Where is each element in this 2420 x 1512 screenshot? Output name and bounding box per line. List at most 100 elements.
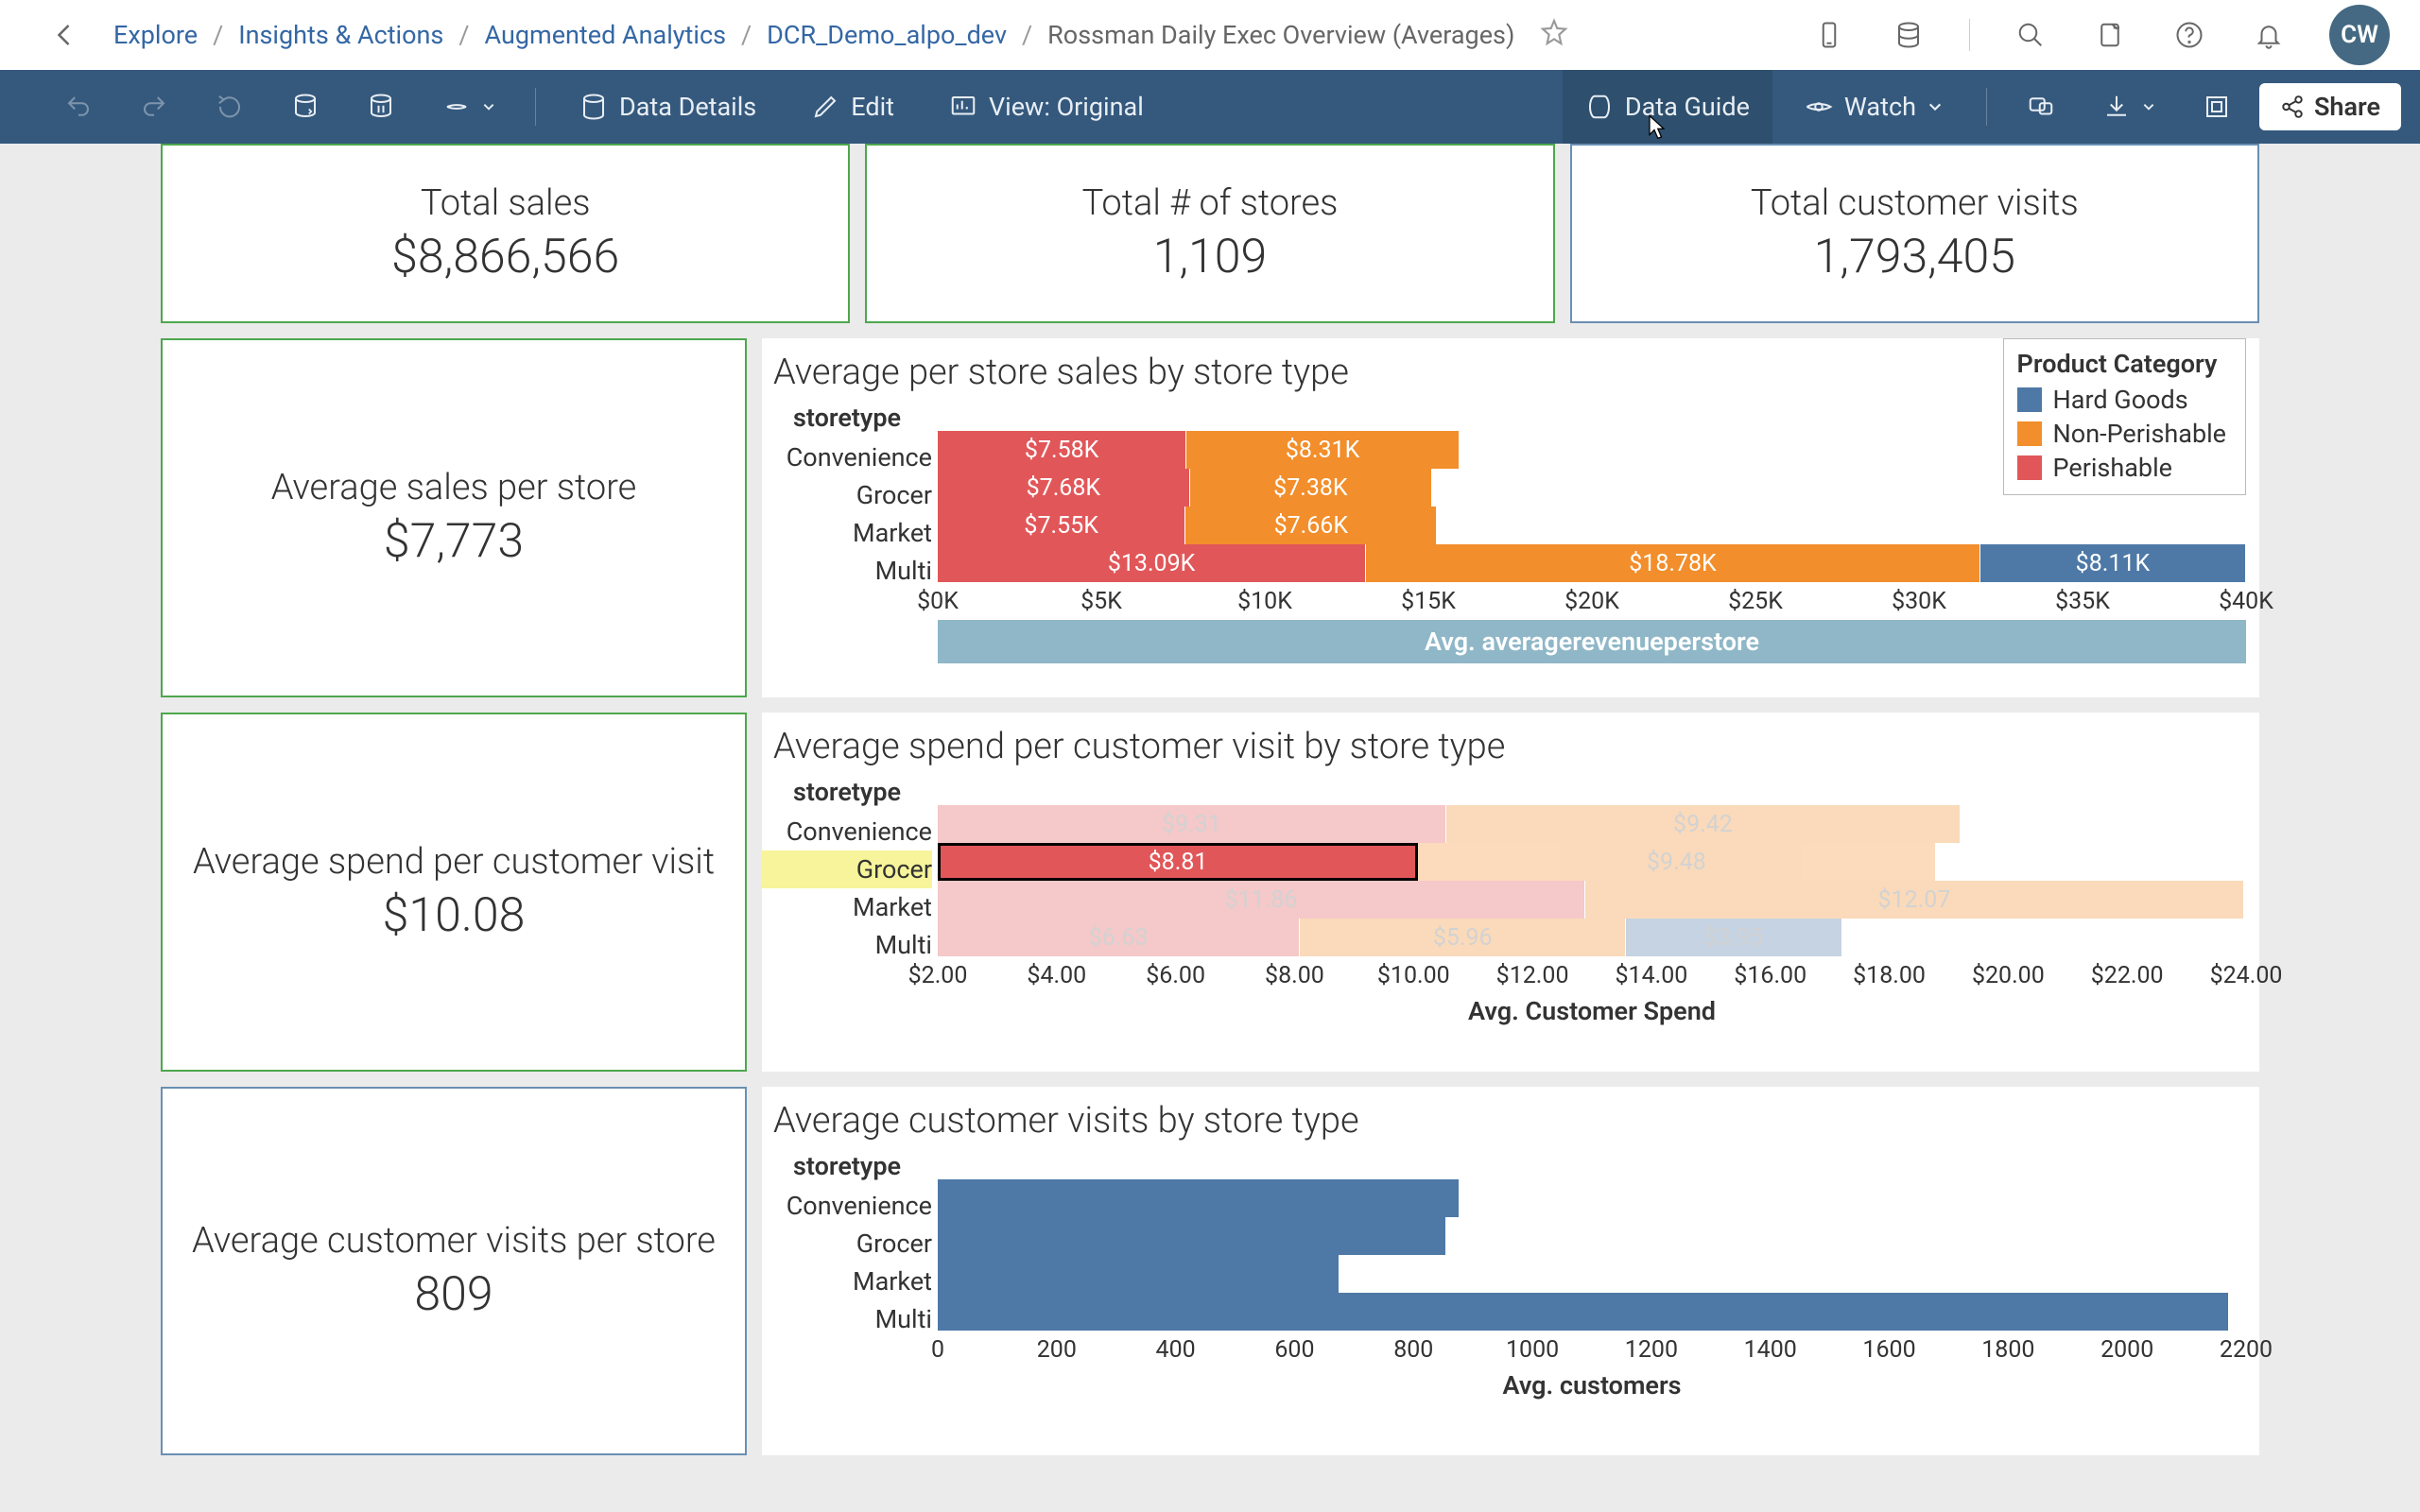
bar-segment[interactable]: $11.86 (938, 881, 1585, 919)
undo-button[interactable] (45, 70, 112, 144)
bar-segment[interactable]: $8.81 (938, 843, 1418, 881)
kpi-avg-spend[interactable]: Average spend per customer visit $10.08 (161, 713, 747, 1072)
axis-tick: $4.00 (1027, 962, 1086, 989)
help-button[interactable] (2170, 16, 2208, 54)
revert-button[interactable] (197, 70, 263, 144)
y-label: Multi (762, 1300, 932, 1338)
edit-button[interactable]: Edit (788, 70, 917, 144)
bar-segment[interactable]: $7.38K (1190, 469, 1432, 507)
bar-row[interactable]: $6.63$5.96$3.95 (938, 919, 2246, 956)
y-label: Convenience (762, 813, 932, 850)
breadcrumb-link-augmented[interactable]: Augmented Analytics (485, 20, 727, 50)
bar-row[interactable] (938, 1217, 2246, 1255)
bar-row[interactable] (938, 1179, 2246, 1217)
bar-row[interactable]: $7.68K$7.38K (938, 469, 2246, 507)
bar-segment[interactable]: $9.31 (938, 805, 1446, 843)
y-label: Grocer (762, 850, 932, 888)
custom-views-button[interactable] (424, 70, 514, 144)
star-icon (1539, 17, 1569, 47)
chevron-down-icon (2142, 100, 2155, 113)
kpi-total-sales[interactable]: Total sales $8,866,566 (161, 144, 850, 323)
bar-row[interactable]: $7.55K$7.66K (938, 507, 2246, 544)
bar-segment[interactable]: $8.31K (1186, 431, 1460, 469)
data-details-label: Data Details (619, 92, 756, 122)
bar-row[interactable]: $7.58K$8.31K (938, 431, 2246, 469)
data-guide-label: Data Guide (1625, 92, 1750, 122)
bar-segment[interactable]: $13.09K (938, 544, 1366, 582)
chart-spend[interactable]: Average spend per customer visit by stor… (762, 713, 2259, 1072)
bar-row[interactable]: $13.09K$18.78K$8.11K (938, 544, 2246, 582)
revert-icon (216, 93, 244, 121)
axis-tick: 1000 (1506, 1336, 1559, 1364)
favorite-toggle[interactable] (1539, 17, 1569, 54)
device-preview-button[interactable] (1810, 16, 1848, 54)
fullscreen-button[interactable] (2184, 70, 2250, 144)
data-details-button[interactable]: Data Details (557, 70, 779, 144)
chart-revenue[interactable]: Average per store sales by store type Pr… (762, 338, 2259, 697)
bar-segment[interactable] (938, 1217, 1446, 1255)
band-visits: Average customer visits per store 809 Av… (161, 1087, 2259, 1455)
bar-segment[interactable]: $7.68K (938, 469, 1190, 507)
back-button[interactable] (45, 14, 87, 56)
kpi-value: 809 (414, 1267, 493, 1322)
bar-segment[interactable]: $9.48 (1418, 843, 1935, 881)
refresh-data-button[interactable] (272, 70, 338, 144)
metrics-button[interactable] (2008, 70, 2074, 144)
edit-icon (811, 93, 839, 121)
view-mode-button[interactable]: View: Original (926, 70, 1167, 144)
notifications-button[interactable] (2250, 16, 2288, 54)
bar-segment[interactable]: $8.11K (1980, 544, 2246, 582)
search-button[interactable] (2012, 16, 2049, 54)
clipboard-icon (2096, 21, 2124, 49)
bar-row[interactable]: $8.81$9.48 (938, 843, 2246, 881)
user-avatar[interactable]: CW (2329, 5, 2390, 65)
bar-row[interactable]: $9.31$9.42 (938, 805, 2246, 843)
help-icon (2175, 21, 2204, 49)
bar-segment[interactable] (938, 1179, 1460, 1217)
bar-segment[interactable]: $3.95 (1626, 919, 1842, 956)
axis-tick: 400 (1156, 1336, 1196, 1364)
bar-row[interactable] (938, 1255, 2246, 1293)
bar-segment[interactable]: $6.63 (938, 919, 1300, 956)
breadcrumb-link-explore[interactable]: Explore (113, 20, 198, 50)
breadcrumb-link-project[interactable]: DCR_Demo_alpo_dev (767, 20, 1007, 50)
bar-segment[interactable]: $7.66K (1185, 507, 1437, 544)
bar-segment[interactable]: $5.96 (1300, 919, 1626, 956)
bar-segment[interactable]: $7.55K (938, 507, 1185, 544)
bar-segment[interactable] (938, 1255, 1340, 1293)
eye-icon (1805, 93, 1833, 121)
notes-button[interactable] (2091, 16, 2129, 54)
bar-row[interactable] (938, 1293, 2246, 1331)
watch-button[interactable]: Watch (1782, 70, 1965, 144)
kpi-total-visits[interactable]: Total customer visits 1,793,405 (1570, 144, 2259, 323)
kpi-value: 1,109 (1153, 230, 1268, 284)
bar-segment[interactable]: $9.42 (1446, 805, 1961, 843)
redo-button[interactable] (121, 70, 187, 144)
redo-icon (140, 93, 168, 121)
data-source-button[interactable] (1890, 16, 1927, 54)
y-label: Grocer (762, 1225, 932, 1263)
y-label: Market (762, 888, 932, 926)
chevron-down-icon (482, 100, 495, 113)
axis-tick: $30K (1892, 588, 1946, 615)
axis-tick: 2000 (2100, 1336, 2153, 1364)
data-guide-button[interactable]: Data Guide (1563, 70, 1772, 144)
share-button[interactable]: Share (2259, 83, 2401, 130)
bar-segment[interactable]: $12.07 (1585, 881, 2244, 919)
axis-tick: 200 (1037, 1336, 1077, 1364)
bar-segment[interactable]: $18.78K (1366, 544, 1980, 582)
axis-scrubber[interactable]: Avg. averagerevenueperstore (938, 620, 2246, 663)
bars-area: $7.58K$8.31K $7.68K$7.38K $7.55K$7.66K $… (938, 403, 2246, 697)
axis-title: Avg. customers (938, 1370, 2246, 1400)
breadcrumb-link-insights[interactable]: Insights & Actions (238, 20, 443, 50)
bar-segment[interactable]: $7.58K (938, 431, 1186, 469)
chart-visits[interactable]: Average customer visits by store type st… (762, 1087, 2259, 1455)
bar-row[interactable]: $11.86$12.07 (938, 881, 2246, 919)
kpi-avg-visits[interactable]: Average customer visits per store 809 (161, 1087, 747, 1455)
kpi-total-stores[interactable]: Total # of stores 1,109 (865, 144, 1554, 323)
y-label: Multi (762, 926, 932, 964)
kpi-avg-sales[interactable]: Average sales per store $7,773 (161, 338, 747, 697)
bar-segment[interactable] (938, 1293, 2229, 1331)
pause-data-button[interactable] (348, 70, 414, 144)
download-button[interactable] (2083, 70, 2174, 144)
